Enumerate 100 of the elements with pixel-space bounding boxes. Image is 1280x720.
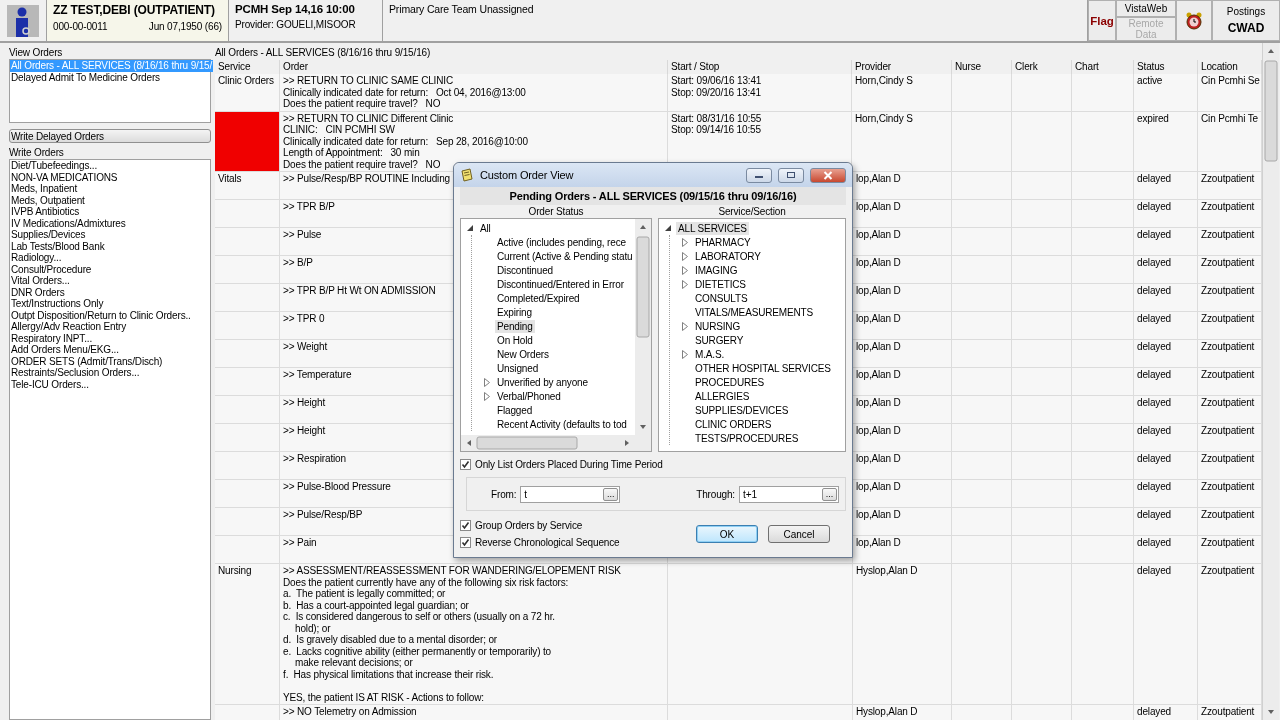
provider-text: Horn,Cindy S [855,75,913,87]
provider-text: lop,Alan D [856,453,901,465]
tree-item[interactable]: OTHER HOSPITAL SERVICES [693,361,833,375]
tree-item[interactable]: SURGERY [693,333,746,347]
list-item[interactable]: IV Medications/Admixtures [10,217,127,229]
list-item[interactable]: Meds, Outpatient [10,194,86,206]
column-header[interactable]: Order [280,60,668,74]
tree-item[interactable]: PROCEDURES [693,375,767,389]
section-label: View Orders [9,47,64,59]
order-text: >> RETURN TO CLINIC SAME CLINIC [283,75,454,87]
column-header[interactable]: Provider [852,60,952,74]
location-text: Zzoutpatient [1201,257,1255,269]
list-item[interactable]: Diet/Tubefeedings... [10,160,99,172]
status-text: delayed [1137,173,1171,185]
list-item[interactable]: Delayed Admit To Medicine Orders [10,71,161,83]
tree-item[interactable]: On Hold [495,333,535,347]
tree-item[interactable]: Unverified by anyone [495,375,590,389]
location-text: Zzoutpatient [1201,313,1255,325]
provider-text: Hyslop,Alan D [856,565,918,577]
tree-item[interactable]: CONSULTS [693,291,750,305]
location-text: Zzoutpatient [1201,285,1255,297]
list-item[interactable]: Respiratory INPT... [10,332,94,344]
order-text: c. Is considered dangerous to self or others (usually on a 72 hr. [283,611,555,623]
flag-button[interactable]: Flag [1088,0,1116,41]
list-item[interactable]: Restraints/Seclusion Orders... [10,367,141,379]
encounter-label: PCMH Sep 14,16 10:00 [235,3,356,15]
through-field[interactable]: t+1 ... [739,485,839,503]
tree-item[interactable]: Unsigned [495,361,541,375]
column-header[interactable]: Status [1134,60,1198,74]
list-item[interactable]: Supplies/Devices [10,229,87,241]
order-text: >> Pain [283,537,317,549]
tree-item[interactable]: Recent Activity (defaults to tod [495,417,629,431]
location-text: Zzoutpatient [1201,201,1255,213]
tree-item[interactable]: IMAGING [693,263,740,277]
list-item[interactable]: Radiology... [10,252,63,264]
tree-item[interactable]: ALLERGIES [693,389,752,403]
location-text: Zzoutpatient [1201,453,1255,465]
from-field[interactable]: t ... [520,485,621,503]
tree-item[interactable]: Flagged [495,403,535,417]
tree-item[interactable]: VITALS/MEASUREMENTS [693,305,816,319]
tree-item[interactable]: Current (Active & Pending statu [495,249,635,263]
tree-item[interactable]: New Orders [495,347,551,361]
list-item[interactable]: Meds, Inpatient [10,183,79,195]
tree-item[interactable]: Verbal/Phoned [495,389,563,403]
order-text: hold); or [294,622,331,634]
list-item[interactable]: Vital Orders... [10,275,71,287]
column-header[interactable]: Location [1198,60,1262,74]
tree-item[interactable]: Pending [495,319,535,333]
location-text: Zzoutpatient [1201,369,1255,381]
column-header[interactable]: Start / Stop [668,60,852,74]
list-item[interactable]: Allergy/Adv Reaction Entry [10,321,128,333]
list-item[interactable]: Text/Instructions Only [10,298,105,310]
status-text: delayed [1137,565,1171,577]
list-item[interactable]: Lab Tests/Blood Bank [10,240,106,252]
order-text: Length of Appointment: 30 min [283,147,420,159]
column-header[interactable]: Clerk [1012,60,1072,74]
picker-button[interactable]: ... [603,487,619,501]
tree-item[interactable]: TESTS/PROCEDURES [693,431,801,445]
tree-item[interactable]: Expiring [495,305,534,319]
column-header[interactable]: Chart [1072,60,1134,74]
location-text: Zzoutpatient [1201,397,1255,409]
tree-item[interactable]: NURSING [693,319,743,333]
column-header[interactable]: Nurse [952,60,1012,74]
cancel-button[interactable]: Cancel [768,525,830,543]
list-item[interactable]: DNR Orders [10,286,66,298]
tree-item[interactable]: Discontinued/Entered in Error [495,277,626,291]
write-delayed-orders-button[interactable]: Write Delayed Orders [9,129,211,143]
order-text: a. The patient is legally committed; or [283,588,446,600]
tree-item[interactable]: ALL SERVICES [676,221,749,235]
tree-item[interactable]: Active (includes pending, rece [495,235,628,249]
tree-item[interactable]: Completed/Expired [495,291,582,305]
tree-item[interactable]: Discontinued [495,263,555,277]
order-text: >> B/P [283,257,313,269]
list-item[interactable]: Tele-ICU Orders... [10,378,90,390]
tree-item[interactable]: PHARMACY [693,235,753,249]
list-item[interactable]: ORDER SETS (Admit/Trans/Disch) [10,355,164,367]
list-item[interactable]: IVPB Antibiotics [10,206,81,218]
list-item[interactable]: NON-VA MEDICATIONS [10,171,119,183]
postings-button[interactable]: Postings CWAD [1212,0,1280,41]
vistaweb-button[interactable]: VistaWeb [1116,0,1176,17]
column-header[interactable]: Service [215,60,280,74]
status-text: delayed [1137,285,1171,297]
tree-item[interactable]: All [478,221,493,235]
list-item[interactable]: Outpt Disposition/Return to Clinic Orders.. [10,309,192,321]
list-item[interactable]: Add Orders Menu/EKG... [10,344,120,356]
date-text: Start: 09/06/16 13:41 [671,75,762,87]
tree-item[interactable]: DIETETICS [693,277,748,291]
tree-item[interactable]: LABORATORY [693,249,763,263]
list-item[interactable]: Consult/Procedure [10,263,93,275]
picker-button[interactable]: ... [822,487,837,501]
order-text: >> TPR B/P Ht Wt ON ADMISSION [283,285,436,297]
location-text: Zzoutpatient [1201,481,1255,493]
tree-item[interactable]: SUPPLIES/DEVICES [693,403,791,417]
tree-item[interactable]: CLINIC ORDERS [693,417,774,431]
ok-button[interactable]: OK [696,525,758,543]
order-text: >> ASSESSMENT/REASSESSMENT FOR WANDERING/ELOPEMENT RISK [283,565,621,577]
status-text: delayed [1137,453,1171,465]
order-text: >> NO Telemetry on Admission [283,706,417,718]
tree-item[interactable]: M.A.S. [693,347,727,361]
service-text: Vitals [218,173,242,185]
